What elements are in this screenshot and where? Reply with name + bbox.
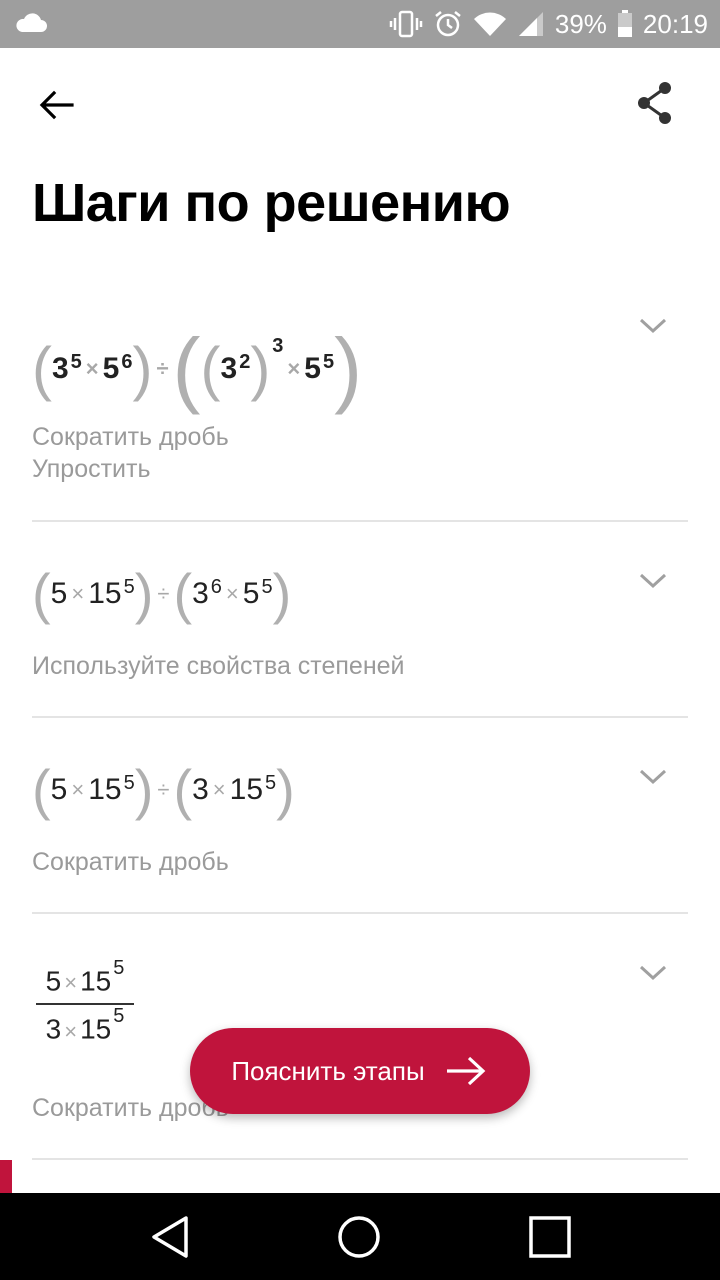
step-1[interactable]: ( 35 × 56 ) ÷ ( ( 32 ) 3 × 55 ) Сократит… — [32, 300, 688, 490]
arrow-left-icon — [39, 90, 74, 120]
recents-square-icon[interactable] — [526, 1213, 574, 1261]
signal-icon — [518, 12, 543, 36]
divider — [32, 716, 688, 718]
step-4-fraction: 5 × 15 5 3 × 15 5 — [36, 957, 134, 1046]
back-triangle-icon[interactable] — [146, 1213, 194, 1261]
home-circle-icon[interactable] — [335, 1213, 383, 1261]
battery-percent: 39% — [554, 8, 607, 39]
status-bar: 39% 20:19 — [0, 0, 720, 48]
step-3-hint-1: Сократить дробь — [32, 848, 229, 876]
side-accent-tab — [0, 1160, 12, 1194]
system-nav-bar — [0, 1193, 720, 1280]
step-3-expression: ( 5 × 15 5 ) ÷ ( 3 × 15 5 ) — [32, 758, 295, 821]
vibrate-icon — [389, 10, 423, 38]
step-2-hint-1: Используйте свойства степеней — [32, 652, 405, 680]
explain-steps-button[interactable]: Пояснить этапы — [190, 1028, 530, 1114]
page-title: Шаги по решению — [32, 173, 511, 233]
explain-steps-label: Пояснить этапы — [231, 1055, 425, 1086]
share-icon — [638, 82, 671, 124]
divider — [32, 1158, 688, 1160]
back-button[interactable] — [28, 80, 84, 136]
divider — [32, 520, 688, 522]
fraction-denominator: 3 × 15 5 — [45, 1005, 125, 1045]
chevron-down-icon[interactable] — [638, 767, 668, 787]
wifi-icon — [473, 12, 506, 36]
alarm-icon — [435, 11, 461, 37]
step-2[interactable]: ( 5 × 15 5 ) ÷ ( 36 × 55 ) Используйте св… — [32, 545, 688, 695]
step-1-expression: ( 35 × 56 ) ÷ ( ( 32 ) 3 × 55 ) — [32, 321, 363, 415]
step-3[interactable]: ( 5 × 15 5 ) ÷ ( 3 × 15 5 ) Сократить дроб… — [32, 741, 688, 891]
share-button[interactable] — [628, 76, 684, 132]
chevron-down-icon[interactable] — [638, 963, 668, 983]
battery-icon — [617, 10, 632, 37]
cloud-icon — [16, 13, 47, 32]
chevron-down-icon[interactable] — [638, 316, 668, 336]
chevron-down-icon[interactable] — [638, 571, 668, 591]
step-2-expression: ( 5 × 15 5 ) ÷ ( 36 × 55 ) — [32, 562, 292, 625]
fraction-numerator: 5 × 15 5 — [45, 957, 125, 997]
step-1-hint-1: Сократить дробь — [32, 423, 229, 451]
divider — [32, 912, 688, 914]
clock: 20:19 — [642, 8, 708, 39]
arrow-right-icon — [446, 1056, 486, 1086]
step-1-hint-2: Упростить — [32, 455, 151, 483]
